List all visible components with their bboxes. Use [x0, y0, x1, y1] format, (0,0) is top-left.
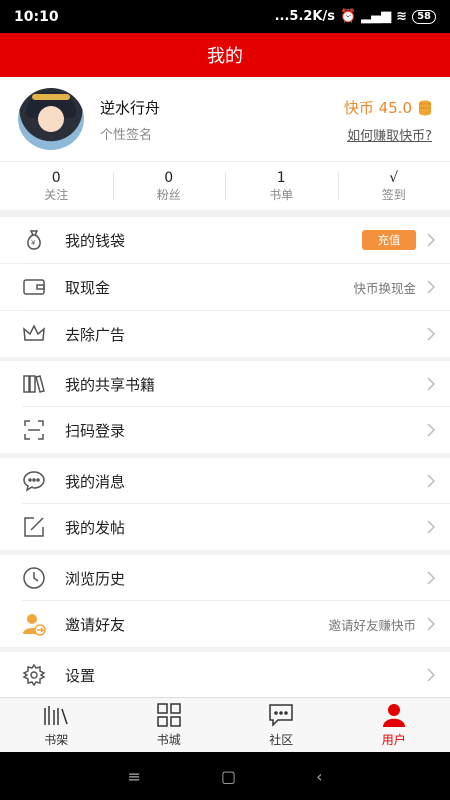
menu-hint: 邀请好友赚快币: [328, 617, 416, 633]
message-bubble-icon: [23, 471, 45, 492]
menu-label: 我的发帖: [65, 518, 126, 537]
stat-label: 关注: [44, 188, 69, 202]
menu-item-remove-ads[interactable]: 去除广告: [0, 311, 450, 357]
clock-icon: [23, 567, 45, 589]
stat-followers[interactable]: 0 粉丝: [112, 162, 226, 210]
stat-value: 0: [164, 170, 174, 186]
menu-item-scan-login[interactable]: 扫码登录: [0, 407, 450, 453]
chevron-right-icon: [427, 327, 436, 341]
status-indicators: ...5.2K/s ⏰ ▂▄▆ ≋ 58: [275, 9, 436, 24]
chat-icon: [269, 704, 293, 727]
menu-item-history[interactable]: 浏览历史: [0, 555, 450, 601]
stat-value: 1: [276, 170, 286, 186]
menu-label: 取现金: [65, 278, 111, 297]
nav-label: 社区: [269, 733, 294, 747]
wallet-icon: [23, 279, 45, 295]
menu-label: 我的消息: [65, 472, 126, 491]
chevron-right-icon: [427, 280, 436, 294]
stats-bar: 0 关注 0 粉丝 1 书单 √ 签到: [0, 161, 450, 210]
menu-label: 浏览历史: [65, 569, 126, 588]
coin-stack-icon: [419, 100, 431, 115]
edit-icon: [24, 517, 44, 537]
back-icon[interactable]: ‹: [316, 767, 322, 786]
status-time: 10:10: [14, 8, 59, 25]
nav-bookstore[interactable]: 书城: [113, 698, 226, 752]
stat-following[interactable]: 0 关注: [0, 162, 113, 210]
money-bag-icon: ¥: [27, 230, 41, 250]
menu-item-messages[interactable]: 我的消息: [0, 458, 450, 504]
chevron-right-icon: [427, 423, 436, 437]
chevron-right-icon: [427, 571, 436, 585]
stat-label: 签到: [381, 188, 406, 202]
menu-label: 我的钱袋: [65, 231, 126, 250]
signature[interactable]: 个性签名: [100, 124, 152, 143]
menu-item-invite[interactable]: 邀请好友 邀请好友赚快币: [0, 601, 450, 647]
books-icon: [23, 375, 45, 393]
menu-item-posts[interactable]: 我的发帖: [0, 504, 450, 550]
stat-checkin[interactable]: √ 签到: [337, 162, 450, 210]
chevron-right-icon: [427, 233, 436, 247]
menu-icon[interactable]: ≡: [128, 767, 141, 786]
coin-balance-text: 快币 45.0: [343, 99, 412, 117]
system-nav-bar: ≡ ▢ ‹: [0, 752, 450, 800]
menu-label: 去除广告: [65, 325, 126, 344]
status-bar: 10:10 ...5.2K/s ⏰ ▂▄▆ ≋ 58: [0, 0, 450, 33]
nav-label: 书架: [44, 733, 69, 747]
chevron-right-icon: [427, 617, 436, 631]
menu-item-wallet[interactable]: ¥ 我的钱袋 充值: [0, 217, 450, 263]
chevron-right-icon: [427, 520, 436, 534]
bookshelf-icon: [44, 706, 68, 725]
stat-value: 0: [51, 170, 61, 186]
stat-value: √: [389, 170, 399, 186]
battery-indicator: 58: [412, 9, 436, 24]
menu-item-settings[interactable]: 设置: [0, 652, 450, 698]
stat-label: 粉丝: [156, 188, 181, 202]
bottom-nav: 书架 书城 社区 用户: [0, 697, 450, 752]
scan-icon: [24, 420, 44, 440]
profile-card[interactable]: 逆水行舟 个性签名 快币 45.0 如何赚取快币?: [0, 77, 450, 161]
earn-coins-link[interactable]: 如何赚取快币?: [347, 125, 432, 144]
svg-text:¥: ¥: [31, 239, 36, 247]
stat-booklists[interactable]: 1 书单: [225, 162, 338, 210]
nav-label: 用户: [381, 733, 406, 747]
chevron-right-icon: [427, 377, 436, 391]
menu-item-shared-books[interactable]: 我的共享书籍: [0, 361, 450, 407]
chevron-right-icon: [427, 668, 436, 682]
menu-hint: 快币换现金: [353, 280, 416, 296]
coin-balance: 快币 45.0: [344, 97, 432, 118]
grid-icon: [157, 703, 181, 727]
nav-bookshelf[interactable]: 书架: [0, 698, 113, 752]
signal-icon: ▂▄▆: [361, 9, 392, 24]
menu-label: 扫码登录: [65, 421, 126, 440]
alarm-icon: ⏰: [339, 9, 357, 24]
home-icon[interactable]: ▢: [221, 767, 236, 786]
network-speed: ...5.2K/s: [274, 9, 335, 24]
menu-label: 邀请好友: [65, 615, 126, 634]
chevron-right-icon: [427, 474, 436, 488]
nav-label: 书城: [156, 733, 181, 747]
nav-community[interactable]: 社区: [225, 698, 338, 752]
menu-label: 我的共享书籍: [65, 375, 156, 394]
invite-friend-icon: [23, 614, 46, 636]
page-title: 我的: [207, 46, 243, 67]
avatar[interactable]: [18, 88, 84, 150]
menu-item-cash[interactable]: 取现金 快币换现金: [0, 264, 450, 310]
recharge-button[interactable]: 充值: [362, 230, 416, 250]
wifi-icon: ≋: [396, 9, 408, 24]
stat-label: 书单: [269, 188, 294, 202]
crown-icon: [23, 324, 45, 341]
user-icon: [382, 704, 405, 727]
title-bar: 我的: [0, 33, 450, 77]
menu-label: 设置: [65, 666, 96, 685]
nickname: 逆水行舟: [100, 99, 161, 117]
nav-user[interactable]: 用户: [338, 698, 450, 752]
gear-icon: [22, 663, 46, 687]
